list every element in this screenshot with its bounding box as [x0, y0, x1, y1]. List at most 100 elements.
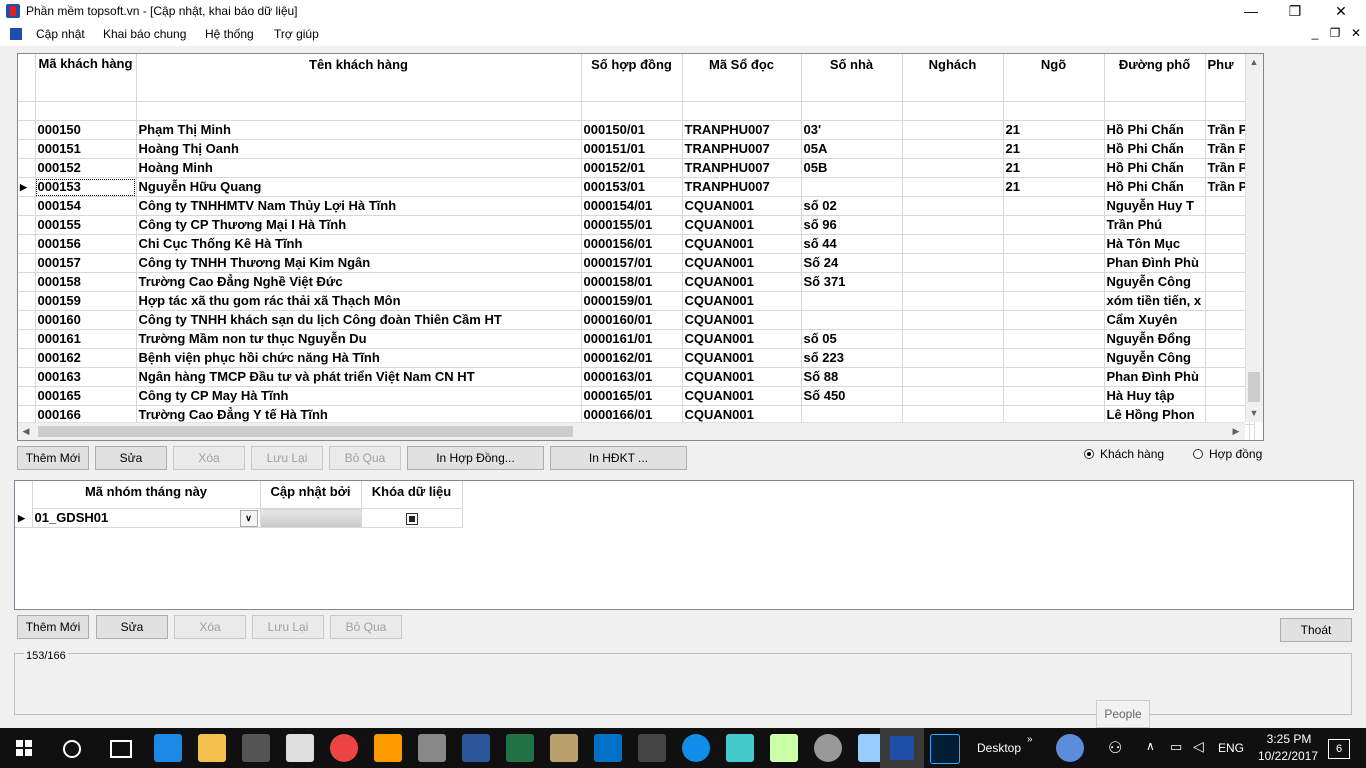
- cell-so-hop-dong[interactable]: 0000156/01: [581, 234, 683, 254]
- cell-duong-pho[interactable]: Hà Huy tập: [1104, 386, 1206, 406]
- cell-nghach[interactable]: [902, 177, 1004, 197]
- cell-ma-khach-hang[interactable]: 000162: [35, 348, 137, 368]
- notepad-app-icon[interactable]: [550, 734, 578, 762]
- search-icon[interactable]: [63, 740, 81, 758]
- cell-so-hop-dong[interactable]: 0000161/01: [581, 329, 683, 349]
- cell-ngo[interactable]: [1003, 196, 1105, 216]
- cell-ngo[interactable]: [1003, 272, 1105, 292]
- cell-phuong[interactable]: [1205, 272, 1251, 292]
- teamviewer-icon[interactable]: [682, 734, 710, 762]
- group-row[interactable]: ▶ 01_GDSH01 ∨: [15, 508, 463, 528]
- cell-ma-so-doc[interactable]: TRANPHU007: [682, 177, 802, 197]
- cell-ngo[interactable]: [1003, 234, 1105, 254]
- cell-so-nha[interactable]: [801, 310, 903, 330]
- scroll-down-arrow-icon[interactable]: ▼: [1246, 405, 1262, 421]
- group-add-new-button[interactable]: Thêm Mới: [17, 615, 89, 639]
- cell-ma-khach-hang[interactable]: 000157: [35, 253, 137, 273]
- cell-ten-khach-hang[interactable]: Phạm Thị Minh: [136, 120, 582, 140]
- cell-ngo[interactable]: [1003, 253, 1105, 273]
- cell-duong-pho[interactable]: Trần Phú: [1104, 215, 1206, 235]
- ae-app-icon[interactable]: [638, 734, 666, 762]
- menu-tro-giup[interactable]: Trợ giúp: [274, 27, 319, 41]
- cell-ngo[interactable]: [1003, 310, 1105, 330]
- cell-so-hop-dong[interactable]: 0000163/01: [581, 367, 683, 387]
- close-button[interactable]: ✕: [1318, 0, 1364, 24]
- cell-ma-so-doc[interactable]: CQUAN001: [682, 253, 802, 273]
- row-header[interactable]: [18, 310, 36, 330]
- table-row[interactable]: 000161 Trường Mầm non tư thục Nguyễn Du 00…: [18, 329, 1256, 349]
- cell-phuong[interactable]: [1205, 215, 1251, 235]
- row-header[interactable]: [18, 196, 36, 216]
- print-contract-button[interactable]: In Hợp Đồng...: [407, 446, 544, 470]
- print-hdkt-button[interactable]: In HĐKT ...: [550, 446, 687, 470]
- cell-nghach[interactable]: [902, 367, 1004, 387]
- minimize-button[interactable]: —: [1228, 0, 1274, 24]
- windows-start-icon[interactable]: [16, 740, 32, 756]
- people-icon[interactable]: ⚇: [1108, 738, 1122, 758]
- cell-ten-khach-hang[interactable]: Hợp tác xã thu gom rác thải xã Thạch Môn: [136, 291, 582, 311]
- cell-ngo[interactable]: [1003, 367, 1105, 387]
- cell-ten-khach-hang[interactable]: Ngân hàng TMCP Đầu tư và phát triển Việt…: [136, 367, 582, 387]
- row-header[interactable]: [18, 139, 36, 159]
- data-lock-checkbox-cell[interactable]: [361, 508, 463, 528]
- table-row[interactable]: 000165 Công ty CP May Hà Tĩnh 0000165/01 CQ…: [18, 386, 1256, 406]
- outlook-icon[interactable]: [594, 734, 622, 762]
- row-header[interactable]: [18, 348, 36, 368]
- cell-so-hop-dong[interactable]: 000153/01: [581, 177, 683, 197]
- cell-phuong[interactable]: [1205, 253, 1251, 273]
- cell-ma-so-doc[interactable]: TRANPHU007: [682, 158, 802, 178]
- cell-ten-khach-hang[interactable]: Công ty CP Thương Mại I Hà Tĩnh: [136, 215, 582, 235]
- topsoft-active-task[interactable]: [880, 728, 924, 768]
- cell-ngo[interactable]: [1003, 329, 1105, 349]
- exit-button[interactable]: Thoát: [1280, 618, 1352, 642]
- row-header[interactable]: [18, 158, 36, 178]
- cell-ma-khach-hang[interactable]: 000156: [35, 234, 137, 254]
- col-header-ma-so-doc[interactable]: Mã Sổ đọc: [682, 54, 802, 102]
- cell-so-nha[interactable]: số 96: [801, 215, 903, 235]
- scroll-right-arrow-icon[interactable]: ▶: [1228, 423, 1244, 439]
- cell-ngo[interactable]: [1003, 291, 1105, 311]
- cell-phuong[interactable]: [1205, 234, 1251, 254]
- cell-ngo[interactable]: 21: [1003, 139, 1105, 159]
- edge-browser-icon[interactable]: [154, 734, 182, 762]
- cell-ma-khach-hang[interactable]: 000155: [35, 215, 137, 235]
- cell-duong-pho[interactable]: Hồ Phi Chấn: [1104, 120, 1206, 140]
- cell-ma-khach-hang[interactable]: 000158: [35, 272, 137, 292]
- cell-nghach[interactable]: [902, 158, 1004, 178]
- table-row[interactable]: 000162 Bệnh viện phục hồi chức năng Hà Tĩ…: [18, 348, 1256, 368]
- chevron-up-icon[interactable]: ∧: [1146, 739, 1155, 753]
- cell-phuong[interactable]: [1205, 367, 1251, 387]
- cell-duong-pho[interactable]: Hồ Phi Chấn: [1104, 158, 1206, 178]
- toolbox-app-icon[interactable]: [418, 734, 446, 762]
- cell-ten-khach-hang[interactable]: Công ty CP May Hà Tĩnh: [136, 386, 582, 406]
- edit-button[interactable]: Sửa: [95, 446, 167, 470]
- row-header[interactable]: ▶: [18, 177, 36, 197]
- cell-ngo[interactable]: [1003, 215, 1105, 235]
- cell-so-nha[interactable]: Số 24: [801, 253, 903, 273]
- cell-duong-pho[interactable]: Nguyễn Công: [1104, 348, 1206, 368]
- cell-nghach[interactable]: [902, 348, 1004, 368]
- row-header[interactable]: [18, 329, 36, 349]
- cell-phuong[interactable]: Trần P: [1205, 120, 1251, 140]
- col-header-phuong[interactable]: Phư: [1205, 54, 1251, 102]
- table-row[interactable]: 000155 Công ty CP Thương Mại I Hà Tĩnh 000…: [18, 215, 1256, 235]
- volume-icon[interactable]: ◁: [1193, 738, 1204, 755]
- cell-so-nha[interactable]: 05A: [801, 139, 903, 159]
- cell-ma-so-doc[interactable]: CQUAN001: [682, 367, 802, 387]
- cell-nghach[interactable]: [902, 386, 1004, 406]
- table-row[interactable]: ▶ 000153 Nguyễn Hữu Quang 000153/01 TRANPHU0…: [18, 177, 1256, 197]
- cell-ten-khach-hang[interactable]: Công ty TNHH Thương Mại Kim Ngân: [136, 253, 582, 273]
- cell-phuong[interactable]: [1205, 196, 1251, 216]
- cell-phuong[interactable]: [1205, 386, 1251, 406]
- row-header[interactable]: [18, 253, 36, 273]
- word-icon[interactable]: [462, 734, 490, 762]
- cell-so-hop-dong[interactable]: 0000160/01: [581, 310, 683, 330]
- row-header[interactable]: [18, 291, 36, 311]
- cell-nghach[interactable]: [902, 291, 1004, 311]
- mdi-minimize-button[interactable]: _: [1306, 26, 1324, 40]
- table-row[interactable]: 000160 Công ty TNHH khách sạn du lịch Côn…: [18, 310, 1256, 330]
- cell-ma-so-doc[interactable]: CQUAN001: [682, 291, 802, 311]
- mdi-restore-button[interactable]: ❐: [1326, 26, 1344, 40]
- col-header-ten-khach-hang[interactable]: Tên khách hàng: [136, 54, 582, 102]
- group-skip-button[interactable]: Bỏ Qua: [330, 615, 402, 639]
